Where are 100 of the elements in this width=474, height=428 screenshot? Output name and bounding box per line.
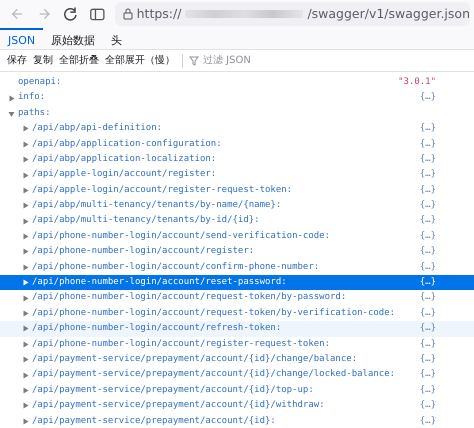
address-bar[interactable]: https:// /swagger/v1/swagger.json xyxy=(114,2,470,26)
tree-row[interactable]: /api/abp/application-localization: {…} xyxy=(0,152,474,168)
tree-row[interactable]: /api/abp/multi-tenancy/tenants/by-id/{id}: {…} xyxy=(0,214,474,229)
collapsed-caret-icon[interactable] xyxy=(22,233,29,240)
json-value: {…} xyxy=(420,368,436,382)
toolbar-button[interactable]: 全部展开（慢） xyxy=(102,53,178,68)
collapsed-caret-icon[interactable] xyxy=(22,264,29,271)
json-value: "3.0.1" xyxy=(398,76,436,89)
collapsed-caret-icon[interactable] xyxy=(22,372,29,379)
json-value: {…} xyxy=(420,138,436,150)
json-value: {…} xyxy=(420,276,436,290)
json-key: /api/payment-service/prepayment/account/{id}/top-up: xyxy=(32,384,314,398)
collapsed-caret-icon[interactable] xyxy=(22,140,29,148)
collapsed-caret-icon[interactable] xyxy=(22,218,29,225)
json-value: {…} xyxy=(420,291,436,304)
tree-row[interactable]: /api/payment-service/prepayment/account/{id}/change/locked-balance: {…} xyxy=(0,367,474,383)
json-key: /api/abp/multi-tenancy/tenants/by-name/{name}: xyxy=(32,199,282,213)
json-value: {…} xyxy=(420,384,436,397)
json-key: openapi: xyxy=(18,76,62,90)
collapsed-caret-icon[interactable] xyxy=(22,387,29,394)
tree-row[interactable]: paths: xyxy=(0,106,474,122)
collapsed-caret-icon[interactable] xyxy=(22,310,29,318)
json-key: /api/phone-number-login/account/confirm-phone-number: xyxy=(32,260,320,274)
json-key: /api/phone-number-login/account/register: xyxy=(32,245,254,259)
json-value: {…} xyxy=(420,260,436,274)
json-value: {…} xyxy=(420,338,436,351)
collapsed-caret-icon[interactable] xyxy=(22,356,29,364)
tab[interactable]: 头 xyxy=(103,28,130,49)
json-value: {…} xyxy=(420,122,436,136)
toolbar-button[interactable]: 保存 xyxy=(4,53,30,68)
json-key: /api/apple-login/account/register-request-token: xyxy=(32,184,292,198)
tab[interactable]: 原始数据 xyxy=(43,28,104,49)
tree-row[interactable]: /api/phone-number-login/account/confirm-phone-number: {…} xyxy=(0,260,474,276)
collapsed-caret-icon[interactable] xyxy=(22,279,29,286)
tree-row[interactable]: /api/payment-service/prepayment/account/{id}/change/balance: {…} xyxy=(0,352,474,368)
url-text: https:// xyxy=(136,4,182,23)
collapsed-caret-icon[interactable] xyxy=(22,294,29,302)
tree-row[interactable]: /api/payment-service/prepayment/account/{id}/top-up: {…} xyxy=(0,382,474,398)
tree-row[interactable]: /api/apple-login/account/register: {…} xyxy=(0,167,474,183)
collapsed-caret-icon[interactable] xyxy=(22,248,29,256)
json-key: /api/abp/multi-tenancy/tenants/by-id/{id}: xyxy=(32,214,260,228)
tree-row[interactable]: info: {…} xyxy=(0,90,474,106)
tree-row[interactable]: /api/phone-number-login/account/request-token/by-password: {…} xyxy=(0,290,474,306)
collapsed-caret-icon[interactable] xyxy=(22,418,29,425)
json-key: /api/abp/application-configuration: xyxy=(32,138,222,151)
json-key: /api/abp/api-definition: xyxy=(32,122,162,136)
toolbar-button[interactable]: 复制 xyxy=(30,53,56,68)
filter-icon xyxy=(189,56,199,66)
json-value: {…} xyxy=(420,352,436,366)
json-key: /api/abp/application-localization: xyxy=(32,152,216,166)
url-text: /swagger/v1/swagger.json xyxy=(307,4,470,23)
json-key: /api/phone-number-login/account/reset-password: xyxy=(32,276,287,290)
tree-row[interactable]: /api/phone-number-login/account/register-request-token: {…} xyxy=(0,336,474,352)
collapsed-caret-icon[interactable] xyxy=(22,340,29,348)
json-key: /api/apple-login/account/register: xyxy=(32,168,216,182)
collapsed-caret-icon[interactable] xyxy=(22,125,29,132)
collapsed-caret-icon[interactable] xyxy=(22,156,29,164)
json-key: /api/phone-number-login/account/request-token/by-password: xyxy=(32,291,346,305)
json-value: {…} xyxy=(420,152,436,166)
tree-row[interactable]: /api/phone-number-login/account/register: {…} xyxy=(0,244,474,260)
json-key: /api/phone-number-login/account/send-verification-code: xyxy=(32,230,330,244)
tree-row[interactable]: /api/abp/application-configuration: {…} xyxy=(0,136,474,152)
tree-row[interactable]: /api/payment-service/prepayment/account/{id}/withdraw: {…} xyxy=(0,398,474,414)
collapsed-caret-icon[interactable] xyxy=(22,202,29,210)
json-value: {…} xyxy=(420,230,436,243)
json-key: /api/phone-number-login/account/refresh-token: xyxy=(32,322,282,336)
tree-row[interactable]: /api/phone-number-login/account/request-token/by-verification-code: {…} xyxy=(0,306,474,322)
json-value: {…} xyxy=(420,214,436,228)
collapsed-caret-icon[interactable] xyxy=(22,402,29,410)
expanded-caret-icon[interactable] xyxy=(8,110,15,117)
tree-row[interactable]: /api/abp/multi-tenancy/tenants/by-name/{name}: {…} xyxy=(0,198,474,214)
tree-row[interactable]: /api/payment-service/prepayment/account/{id}: {…} xyxy=(0,414,474,428)
tree-row[interactable]: openapi: "3.0.1" xyxy=(0,75,474,90)
json-key: /api/phone-number-login/account/register-request-token: xyxy=(32,338,330,352)
json-value: {…} xyxy=(420,199,436,212)
json-key: paths: xyxy=(18,106,51,120)
json-value: {…} xyxy=(420,91,436,104)
tree-row[interactable]: /api/phone-number-login/account/refresh-token: {…} xyxy=(0,321,474,337)
collapsed-caret-icon[interactable] xyxy=(22,172,29,179)
tree-row[interactable]: /api/apple-login/account/register-request-token: {…} xyxy=(0,182,474,198)
json-key: info: xyxy=(18,91,46,105)
tab[interactable]: JSON xyxy=(0,28,44,49)
tree-row[interactable]: /api/phone-number-login/account/reset-password: {…} xyxy=(0,275,474,290)
json-key: /api/payment-service/prepayment/account/{id}: xyxy=(32,414,276,428)
json-key: /api/payment-service/prepayment/account/{id}/change/locked-balance: xyxy=(32,368,396,382)
lock-icon xyxy=(122,8,133,20)
json-value: {…} xyxy=(420,306,436,320)
json-value: {…} xyxy=(420,168,436,182)
collapsed-caret-icon[interactable] xyxy=(8,94,15,102)
json-value: {…} xyxy=(420,399,436,412)
tree-row[interactable]: /api/phone-number-login/account/send-verification-code: {…} xyxy=(0,228,474,244)
collapsed-caret-icon[interactable] xyxy=(22,325,29,332)
collapsed-caret-icon[interactable] xyxy=(22,186,29,194)
tree-row[interactable]: /api/abp/api-definition: {…} xyxy=(0,121,474,137)
json-value: {…} xyxy=(420,184,436,197)
json-key: /api/payment-service/prepayment/account/{id}/withdraw: xyxy=(32,399,325,413)
json-value: {…} xyxy=(420,245,436,258)
json-value: {…} xyxy=(420,322,436,336)
toolbar-button[interactable]: 全部折叠 xyxy=(56,53,102,68)
json-key: /api/payment-service/prepayment/account/{id}/change/balance: xyxy=(32,352,358,366)
